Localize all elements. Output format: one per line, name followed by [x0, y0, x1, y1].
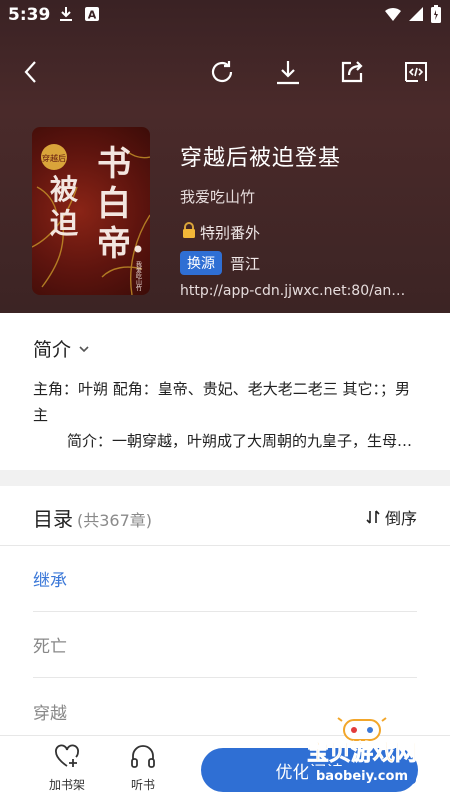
back-arrow-icon	[24, 61, 36, 83]
refresh-icon	[211, 61, 233, 83]
headphones-icon	[131, 745, 155, 768]
chapter-item[interactable]: 死亡	[33, 612, 417, 678]
read-button[interactable]: 优化阅读	[201, 748, 418, 792]
refresh-button[interactable]	[200, 50, 244, 94]
top-toolbar	[0, 50, 450, 94]
change-source-button[interactable]: 换源	[180, 251, 222, 275]
add-to-shelf-label: 加书架	[48, 778, 85, 792]
sort-toggle-button[interactable]: 倒序	[365, 505, 417, 529]
wifi-icon	[384, 6, 402, 26]
intro-line: 简介：一朝穿越，叶朔成了大周朝的九皇子，生母早逝……	[67, 432, 423, 450]
book-cover[interactable]: 穿越后 书 白 帝 被 迫 我爱吃山竹	[32, 127, 150, 295]
catalog-title: 目录	[33, 507, 73, 531]
source-url[interactable]: http://app-cdn.jjwxc.net:80/androidapi/n…	[180, 283, 412, 299]
listen-label: 听书	[130, 778, 155, 792]
book-author[interactable]: 我爱吃山竹	[180, 186, 440, 207]
sort-icon	[366, 510, 380, 524]
heart-plus-icon	[55, 744, 79, 767]
svg-text:穿越后: 穿越后	[42, 153, 66, 163]
download-icon	[277, 61, 299, 85]
code-view-button[interactable]	[394, 50, 438, 94]
cover-title-char: 帝	[97, 224, 131, 264]
listen-button[interactable]: 听书	[113, 742, 173, 793]
svg-text:A: A	[88, 9, 97, 22]
bottom-action-bar: 加书架 听书 优化阅读	[0, 735, 450, 800]
cover-title-char: 白	[97, 184, 131, 224]
battery-icon	[430, 4, 442, 28]
book-title: 穿越后被迫登基	[180, 146, 342, 171]
intro-toggle[interactable]: 简介	[33, 335, 91, 362]
back-button[interactable]	[10, 50, 54, 94]
intro-heading: 简介	[33, 339, 72, 361]
download-button[interactable]	[266, 50, 310, 94]
status-time: 5:39	[8, 5, 51, 25]
book-info: 穿越后被迫登基 我爱吃山竹 特别番外 换源 晋江 http://app-cdn.…	[180, 140, 440, 299]
intro-text: 主角：叶朔 配角：皇帝、贵妃、老大老二老三 其它：；男主 简介：一朝穿越，叶朔成…	[33, 376, 423, 454]
share-button[interactable]	[330, 50, 374, 94]
status-bar: 5:39 A	[0, 0, 450, 32]
intro-section: 简介 主角：叶朔 配角：皇帝、贵妃、老大老二老三 其它：；男主 简介：一朝穿越，…	[0, 313, 450, 470]
add-to-shelf-button[interactable]: 加书架	[37, 742, 97, 793]
cover-title-char: 书	[97, 144, 131, 184]
lock-icon	[180, 221, 198, 243]
share-icon	[341, 61, 363, 83]
catalog-header: 目录 (共367章) 倒序	[0, 486, 450, 546]
book-tag-label: 特别番外	[200, 223, 261, 242]
chapter-count: (共367章)	[77, 511, 153, 530]
code-view-icon	[405, 62, 427, 82]
intro-line: 主角：叶朔 配角：皇帝、贵妃、老大老二老三 其它：；男主	[33, 380, 411, 424]
download-status-icon	[58, 6, 74, 26]
cover-author-mark: 我爱吃山竹	[135, 260, 142, 292]
signal-icon	[408, 6, 424, 26]
book-tag: 特别番外	[180, 221, 440, 243]
catalog-title-group[interactable]: 目录 (共367章)	[33, 503, 152, 532]
source-name: 晋江	[230, 254, 261, 273]
cover-title-char: 迫	[50, 207, 78, 240]
cover-title-char: 被	[50, 173, 78, 206]
chapter-item[interactable]: 继承	[33, 546, 417, 612]
source-row: 换源 晋江	[180, 251, 440, 275]
notification-a-icon: A	[84, 6, 100, 26]
sort-label: 倒序	[384, 509, 417, 528]
book-cover-art: 穿越后 书 白 帝 被 迫 我爱吃山竹	[32, 144, 150, 295]
chevron-down-icon	[79, 345, 89, 352]
